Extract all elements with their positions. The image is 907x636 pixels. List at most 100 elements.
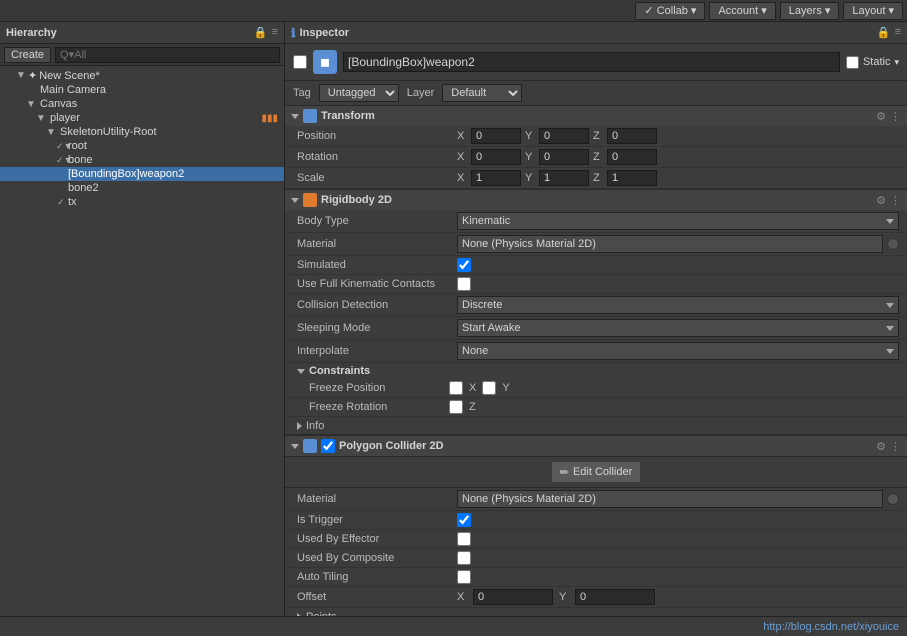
collab-button[interactable]: ✓ Collab ▾: [635, 2, 705, 20]
layer-label: Layer: [407, 87, 435, 99]
hierarchy-item-player[interactable]: ▼ player ▮▮▮: [0, 111, 284, 125]
used-by-effector-checkbox[interactable]: [457, 532, 471, 546]
rb-material-field[interactable]: None (Physics Material 2D): [457, 235, 883, 253]
more-icon[interactable]: ⋮: [890, 110, 901, 123]
info-expand: [297, 422, 302, 430]
simulated-checkbox[interactable]: [457, 258, 471, 272]
position-z-input[interactable]: [607, 128, 657, 144]
scale-z-input[interactable]: [607, 170, 657, 186]
constraints-header[interactable]: Constraints: [285, 363, 907, 379]
hierarchy-title-row: Hierarchy: [6, 27, 57, 39]
inspector-header-icons: 🔒 ≡: [877, 26, 901, 39]
used-by-composite-label: Used By Composite: [297, 552, 457, 564]
points-row[interactable]: Points: [285, 608, 907, 616]
tree-item-label: Main Camera: [40, 84, 106, 96]
position-x-input[interactable]: [471, 128, 521, 144]
offset-y-input[interactable]: [575, 589, 655, 605]
hierarchy-item-tx[interactable]: ✓ tx: [0, 195, 284, 209]
transform-header[interactable]: Transform ⚙ ⋮: [285, 106, 907, 126]
tree-item-label: New Scene*: [39, 70, 100, 82]
auto-tiling-checkbox[interactable]: [457, 570, 471, 584]
static-checkbox[interactable]: [846, 56, 859, 69]
hierarchy-content: ▼ ✦ New Scene* Main Camera ▼ Canvas ▼ pl…: [0, 66, 284, 616]
full-kinematic-checkbox[interactable]: [457, 277, 471, 291]
object-name-input[interactable]: [343, 52, 840, 72]
hierarchy-search-input[interactable]: [55, 47, 280, 63]
object-active-checkbox[interactable]: [293, 55, 307, 69]
layer-select[interactable]: Default: [442, 84, 522, 102]
sleeping-mode-label: Sleeping Mode: [297, 322, 457, 334]
rigidbody-info-row[interactable]: Info: [285, 417, 907, 435]
settings-icon[interactable]: ⚙: [876, 194, 886, 207]
rb-material-text: None (Physics Material 2D): [462, 238, 596, 250]
inspector-title-row: ℹ Inspector: [291, 26, 349, 40]
create-button[interactable]: Create: [4, 47, 51, 63]
hierarchy-item-root[interactable]: ✓▼ root: [0, 139, 284, 153]
rigidbody-header[interactable]: Rigidbody 2D ⚙ ⋮: [285, 190, 907, 210]
hierarchy-item-skeleton-root[interactable]: ▼ SkeletonUtility-Root: [0, 125, 284, 139]
dropdown-arrow: [886, 219, 894, 224]
pos-x-label: X: [457, 130, 467, 142]
interpolate-text: None: [462, 345, 488, 357]
edit-collider-button[interactable]: ✏ Edit Collider: [551, 461, 642, 483]
static-row: Static ▾: [846, 56, 899, 69]
sleeping-mode-dropdown[interactable]: Start Awake: [457, 319, 899, 337]
hierarchy-header-icons: 🔒 ≡: [254, 26, 278, 39]
constraints-title: Constraints: [309, 365, 370, 377]
rb-material-picker[interactable]: [887, 238, 899, 250]
is-trigger-checkbox[interactable]: [457, 513, 471, 527]
hierarchy-panel: Hierarchy 🔒 ≡ Create ▼ ✦ New Scene* Main…: [0, 22, 285, 616]
freeze-pos-x-checkbox[interactable]: [449, 381, 463, 395]
dropdown-arrow: [886, 326, 894, 331]
hierarchy-item-new-scene[interactable]: ▼ ✦ New Scene*: [0, 68, 284, 83]
body-type-dropdown[interactable]: Kinematic: [457, 212, 899, 230]
layout-button[interactable]: Layout ▾: [843, 2, 903, 20]
settings-icon[interactable]: ⚙: [876, 440, 886, 453]
hierarchy-item-main-camera[interactable]: Main Camera: [0, 83, 284, 97]
collision-detection-dropdown[interactable]: Discrete: [457, 296, 899, 314]
used-by-effector-label: Used By Effector: [297, 533, 457, 545]
freeze-position-checkboxes: X Y: [449, 381, 510, 395]
more-icon[interactable]: ⋮: [890, 194, 901, 207]
rotation-x-input[interactable]: [471, 149, 521, 165]
collider-active-checkbox[interactable]: [321, 439, 335, 453]
tree-item-label: root: [68, 140, 87, 152]
scale-xyz: X Y Z: [457, 170, 899, 186]
scale-x-label: X: [457, 172, 467, 184]
scale-x-input[interactable]: [471, 170, 521, 186]
hierarchy-item-canvas[interactable]: ▼ Canvas: [0, 97, 284, 111]
lock-icon: 🔒: [877, 26, 891, 39]
collision-detection-row: Collision Detection Discrete: [285, 294, 907, 317]
collider-material-picker[interactable]: [887, 493, 899, 505]
full-kinematic-value: [457, 277, 899, 291]
more-icon[interactable]: ⋮: [890, 440, 901, 453]
offset-x-input[interactable]: [473, 589, 553, 605]
hierarchy-item-bounding-box[interactable]: [BoundingBox]weapon2: [0, 167, 284, 181]
rotation-y-input[interactable]: [539, 149, 589, 165]
hierarchy-item-bone2[interactable]: bone2: [0, 181, 284, 195]
used-by-composite-value: [457, 551, 899, 565]
layers-button[interactable]: Layers ▾: [780, 2, 840, 20]
tree-item-label: player: [50, 112, 80, 124]
used-by-composite-checkbox[interactable]: [457, 551, 471, 565]
tag-select[interactable]: Untagged: [319, 84, 399, 102]
object-icon: ◼: [313, 50, 337, 74]
collider-material-field[interactable]: None (Physics Material 2D): [457, 490, 883, 508]
gameobject-icon: ◼: [320, 55, 330, 69]
interpolate-dropdown[interactable]: None: [457, 342, 899, 360]
freeze-pos-y-checkbox[interactable]: [482, 381, 496, 395]
used-by-effector-row: Used By Effector: [285, 530, 907, 549]
static-dropdown-icon[interactable]: ▾: [894, 57, 899, 68]
is-trigger-label: Is Trigger: [297, 514, 457, 526]
transform-expand-icon: [291, 114, 299, 119]
auto-tiling-row: Auto Tiling: [285, 568, 907, 587]
freeze-rot-z-checkbox[interactable]: [449, 400, 463, 414]
rotation-z-input[interactable]: [607, 149, 657, 165]
scale-y-input[interactable]: [539, 170, 589, 186]
polygon-collider-header[interactable]: Polygon Collider 2D ⚙ ⋮: [285, 436, 907, 457]
hierarchy-item-bone[interactable]: ✓▼ bone: [0, 153, 284, 167]
position-y-input[interactable]: [539, 128, 589, 144]
account-button[interactable]: Account ▾: [709, 2, 775, 20]
freeze-position-label: Freeze Position: [309, 382, 449, 394]
settings-icon[interactable]: ⚙: [876, 110, 886, 123]
